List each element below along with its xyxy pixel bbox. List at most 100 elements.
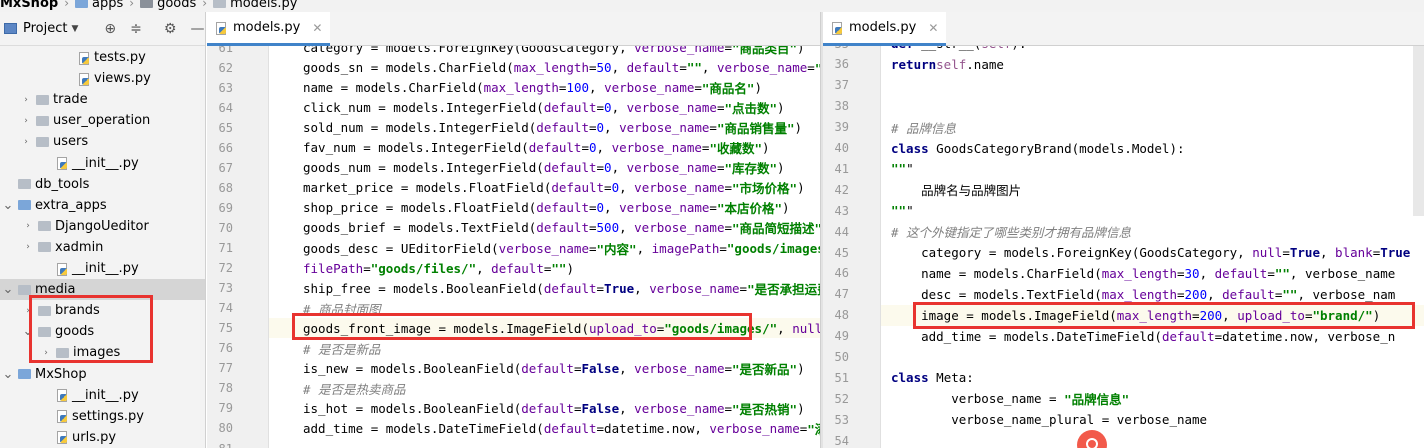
code-line[interactable]: # 这个外键指定了哪些类别才拥有品牌信息 — [891, 221, 1131, 242]
code-line[interactable]: goods_brief = models.TextField(default = 5… — [303, 217, 820, 238]
code-line[interactable]: "" " — [891, 200, 914, 221]
tree-item-init-py[interactable]: __init__.py — [0, 385, 139, 406]
code-line[interactable]: verbose_name = "品牌信息" — [891, 388, 1129, 409]
code-line[interactable]: is_hot = models.BooleanField(default = Fal… — [303, 398, 805, 419]
code-line[interactable]: add_time = models.DateTimeField(default =… — [891, 326, 1395, 347]
tab-models-py[interactable]: models.py ✕ — [823, 12, 947, 46]
tree-item-label: __init__.py — [72, 155, 139, 171]
tree-item-views-py[interactable]: views.py — [0, 68, 151, 89]
line-number: 74 — [218, 301, 233, 316]
code-line[interactable]: def __str__(self): — [891, 46, 1026, 54]
tree-item-init-py[interactable]: __init__.py — [0, 153, 139, 174]
tab-label: models.py — [849, 20, 917, 35]
code-line[interactable]: market_price = models.FloatField(default… — [303, 177, 805, 198]
tree-item-media[interactable]: ⌄ media — [0, 279, 205, 301]
tree-item-brands[interactable]: › brands — [0, 300, 100, 321]
tree-item-extra-apps[interactable]: ⌄ extra_apps — [0, 195, 107, 216]
project-view-selector[interactable]: Project — [23, 21, 67, 36]
left-editor[interactable]: 61 category = models.ForeignKey(GoodsCate… — [207, 46, 820, 448]
chevron-right-icon[interactable]: › — [22, 242, 34, 252]
code-line[interactable]: goods_num = models.IntegerField(default =… — [303, 157, 785, 178]
locate-icon[interactable]: ⊕ — [104, 21, 116, 37]
chevron-down-icon[interactable]: ⌄ — [2, 198, 14, 213]
code-line[interactable]: return self .name — [891, 54, 1004, 75]
chevron-down-icon[interactable]: ⌄ — [2, 367, 14, 382]
tree-item-users[interactable]: › users — [0, 131, 88, 152]
tree-item-user-operation[interactable]: › user_operation — [0, 110, 150, 131]
tree-item-trade[interactable]: › trade — [0, 89, 87, 110]
gear-icon[interactable]: ⚙ — [164, 21, 177, 37]
python-file-icon — [56, 262, 68, 276]
tree-item-label: images — [73, 345, 121, 361]
code-line[interactable]: click_num = models.IntegerField(default =… — [303, 97, 785, 118]
tree-item-urls-py[interactable]: urls.py — [0, 427, 116, 448]
breadcrumb-label: apps — [92, 0, 124, 11]
chevron-right-icon[interactable]: › — [22, 221, 34, 231]
line-number: 72 — [218, 261, 233, 276]
hide-panel-icon[interactable]: — — [190, 21, 204, 37]
chevron-right-icon[interactable]: › — [20, 116, 32, 126]
folder-icon — [75, 0, 88, 8]
chevron-right-icon[interactable]: › — [20, 95, 32, 105]
tree-item-mxshop[interactable]: ⌄ MxShop — [0, 364, 87, 385]
code-line[interactable]: 品牌名与品牌图片 — [891, 179, 1021, 200]
code-line[interactable]: goods_sn = models.CharField(max_length = 5… — [303, 57, 820, 78]
code-line[interactable]: "" " — [891, 158, 914, 179]
tree-item-init-py[interactable]: __init__.py — [0, 258, 139, 279]
chevron-down-icon[interactable]: ⌄ — [2, 282, 14, 297]
code-line[interactable]: is_new = models.BooleanField(default = Fal… — [303, 358, 805, 379]
line-number: 44 — [834, 224, 849, 239]
tree-item-tests-py[interactable]: tests.py — [0, 47, 146, 68]
code-line[interactable]: goods_front_image = models.ImageField(up… — [303, 318, 820, 339]
tree-item-db-tools[interactable]: db_tools — [0, 174, 89, 195]
code-line[interactable]: add_time = models.DateTimeField(default =… — [303, 418, 820, 439]
code-line[interactable]: goods_desc = UEditorField(verbose_name = "… — [303, 238, 820, 259]
tree-item-xadmin[interactable]: › xadmin — [0, 237, 103, 258]
close-icon[interactable]: ✕ — [312, 21, 322, 35]
line-number: 41 — [834, 161, 849, 176]
chevron-down-icon[interactable]: ▼ — [71, 24, 78, 34]
tree-item-goods[interactable]: ⌄ goods — [0, 321, 95, 342]
collapse-all-icon[interactable]: ≑ — [130, 21, 142, 37]
code-line[interactable]: desc = models.TextField(max_length = 200, … — [891, 284, 1395, 305]
scrollbar[interactable] — [1413, 46, 1424, 216]
chevron-down-icon[interactable]: ⌄ — [22, 324, 34, 339]
chevron-right-icon[interactable]: › — [22, 306, 34, 316]
tree-item-djangoueditor[interactable]: › DjangoUeditor — [0, 216, 149, 237]
breadcrumb-project[interactable]: MxShop — [0, 0, 58, 11]
code-line[interactable]: verbose_name_plural = verbose_name — [891, 409, 1207, 430]
code-line[interactable]: fav_num = models.IntegerField(default = 0,… — [303, 137, 770, 158]
code-line[interactable]: name = models.CharField(max_length = 100, … — [303, 77, 762, 98]
tree-item-label: views.py — [94, 71, 151, 87]
tree-item-label: DjangoUeditor — [55, 218, 149, 234]
code-line[interactable]: class Meta: — [891, 367, 974, 388]
right-editor[interactable]: 35 def __str__(self): 36 return self.name… — [823, 46, 1424, 448]
code-line[interactable]: category = models.ForeignKey(GoodsCatego… — [891, 242, 1410, 263]
chevron-right-icon[interactable]: › — [20, 137, 32, 147]
tree-item-label: urls.py — [72, 429, 117, 445]
code-line[interactable]: sold_num = models.IntegerField(default = 0… — [303, 117, 802, 138]
tab-models-py[interactable]: models.py ✕ — [207, 12, 331, 46]
code-line[interactable]: filePath = "goods/files/", default = "") — [303, 258, 574, 279]
tree-item-settings-py[interactable]: settings.py — [0, 406, 144, 427]
breadcrumb-apps[interactable]: apps — [75, 0, 123, 11]
code-line[interactable]: shop_price = models.FloatField(default = 0… — [303, 197, 790, 218]
code-line[interactable]: class GoodsCategoryBrand(models.Model): — [891, 138, 1185, 159]
line-number: 40 — [834, 141, 849, 155]
line-number: 76 — [218, 341, 233, 356]
code-line[interactable]: name = models.CharField(max_length = 30, d… — [891, 263, 1395, 284]
chevron-right-icon[interactable]: › — [40, 348, 52, 358]
code-line[interactable]: # 是否是新品 — [303, 338, 381, 359]
code-line[interactable]: # 是否是热卖商品 — [303, 378, 406, 399]
code-line[interactable]: image = models.ImageField(max_length = 200… — [891, 305, 1380, 326]
code-line[interactable]: # 商品封面图 — [303, 298, 381, 319]
chevron-right-icon: › — [202, 0, 208, 10]
close-icon[interactable]: ✕ — [928, 21, 938, 35]
breadcrumb-file[interactable]: models.py — [213, 0, 297, 11]
line-number: 66 — [218, 140, 233, 155]
right-editor-tabbar: models.py ✕ — [823, 12, 1424, 46]
tree-item-images[interactable]: › images — [0, 342, 120, 363]
code-line[interactable]: ship_free = models.BooleanField(default =… — [303, 278, 820, 299]
breadcrumb-goods[interactable]: goods — [140, 0, 196, 11]
code-line[interactable]: # 品牌信息 — [891, 117, 956, 138]
